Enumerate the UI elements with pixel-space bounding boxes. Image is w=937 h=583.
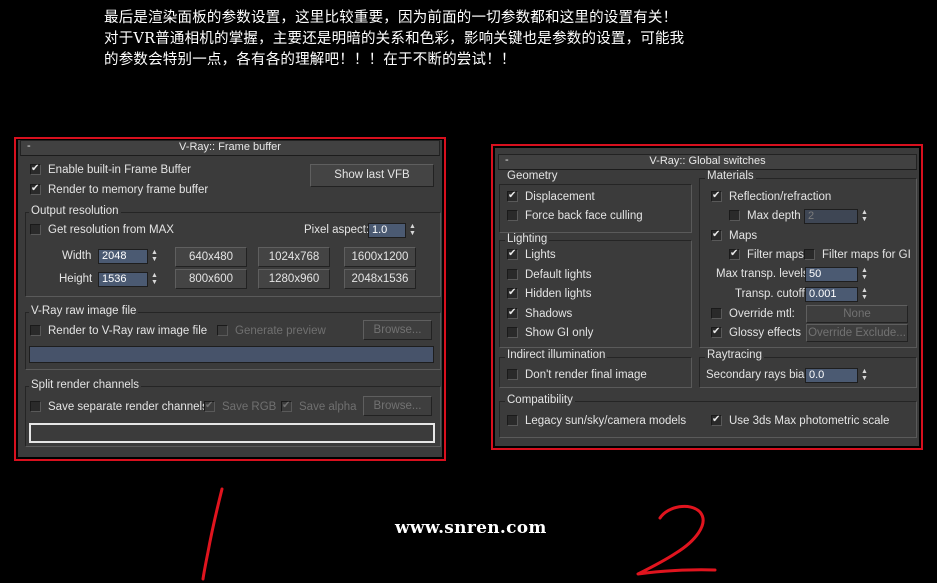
annotation-mark-1: [201, 487, 224, 581]
handwritten-annotations: [201, 487, 717, 581]
annotation-mark-2: [636, 504, 717, 576]
